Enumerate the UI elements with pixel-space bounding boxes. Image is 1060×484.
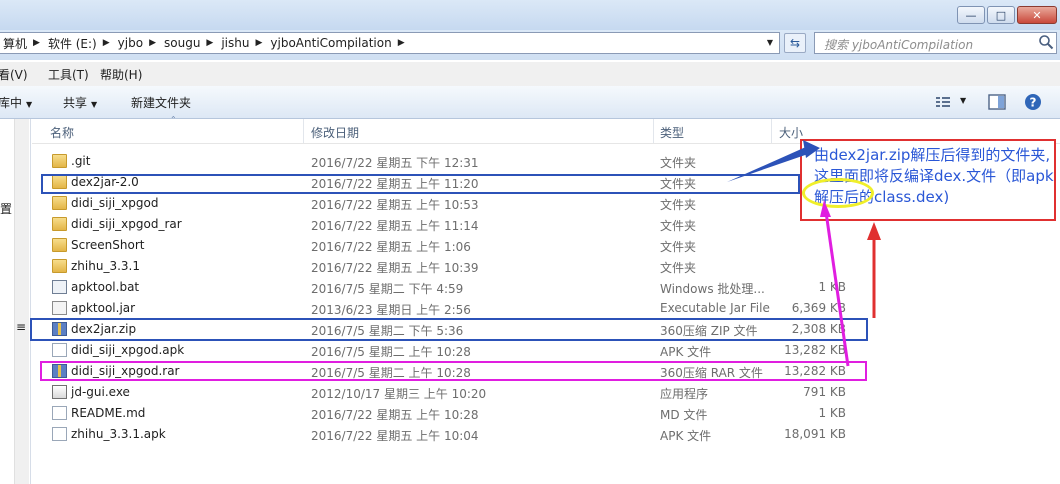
blue-arrow-head	[803, 140, 820, 158]
red-arrow-head	[867, 222, 881, 240]
magenta-arrow	[824, 211, 850, 367]
blue-arrow	[727, 146, 811, 182]
magenta-arrow-head	[820, 200, 831, 217]
annotation-arrows	[727, 140, 881, 367]
